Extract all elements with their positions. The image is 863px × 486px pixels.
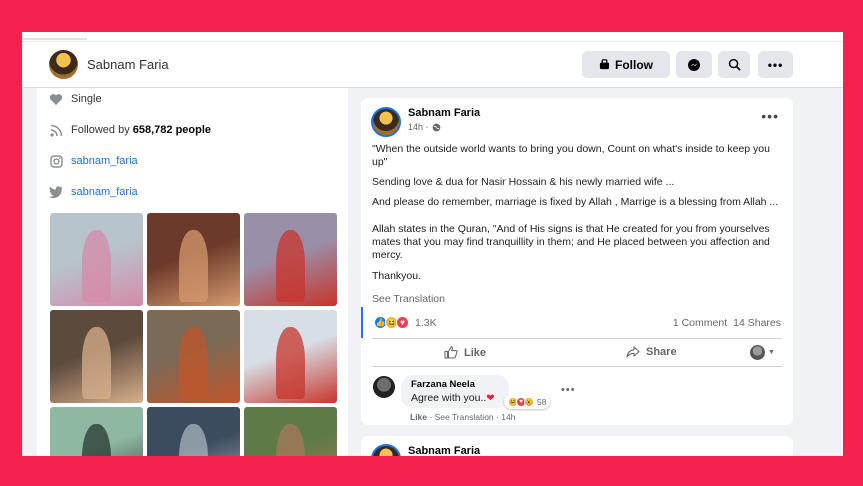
- chevron-down-icon: ▼: [768, 349, 775, 356]
- post-author-avatar[interactable]: [371, 107, 401, 137]
- commenter-avatar[interactable]: [373, 376, 395, 398]
- followers-row: Followed by 658,782 people: [49, 123, 211, 137]
- relationship-row: Single: [49, 92, 102, 106]
- comment-meta: Like · See Translation · 14h: [410, 412, 516, 422]
- instagram-row: sabnam_faria: [49, 154, 138, 168]
- post-paragraph: Allah states in the Quran, "And of His s…: [372, 223, 770, 261]
- post-actions-bar: Like Share ▼: [372, 338, 782, 367]
- thumbs-up-icon: [444, 346, 458, 359]
- photo-subject: [178, 423, 209, 456]
- profile-photo-thumbnail[interactable]: [50, 407, 143, 456]
- twitter-row: sabnam_faria: [49, 185, 138, 199]
- share-arrow-icon: [626, 346, 640, 358]
- comment-text-row: Agree with you..❤: [411, 392, 495, 404]
- follow-button[interactable]: Follow: [582, 51, 670, 78]
- post-options-icon[interactable]: •••: [761, 108, 779, 124]
- more-dots-icon: •••: [767, 57, 784, 72]
- photo-subject: [81, 423, 112, 456]
- profile-name[interactable]: Sabnam Faria: [87, 57, 169, 72]
- profile-photo-thumbnail[interactable]: [147, 310, 240, 403]
- relationship-status: Single: [71, 93, 102, 105]
- photo-subject: [178, 326, 209, 400]
- facebook-window: Sabnam Faria Follow ••• Single Followed …: [22, 32, 843, 456]
- comment-reactions[interactable]: 😆 ♥ 😮 58: [504, 394, 551, 409]
- love-reaction-icon: ♥: [396, 316, 409, 329]
- like-label: Like: [464, 346, 487, 359]
- next-post-card: Sabnam Faria: [361, 436, 793, 456]
- photo-subject: [275, 423, 306, 456]
- profile-avatar[interactable]: [49, 50, 78, 79]
- commenter-name[interactable]: Farzana Neela: [411, 379, 475, 390]
- rss-icon: [49, 123, 63, 137]
- follow-label: Follow: [615, 57, 653, 72]
- post-timestamp[interactable]: 14h ·: [408, 122, 441, 132]
- messenger-icon: [688, 58, 700, 71]
- comment-text: Agree with you..: [411, 392, 487, 404]
- comment-item: Farzana Neela Agree with you..❤ 😆 ♥ 😮 58…: [372, 375, 782, 425]
- profile-photo-thumbnail[interactable]: [244, 407, 337, 456]
- see-translation-link[interactable]: See Translation: [372, 293, 445, 305]
- profile-header-bar: Sabnam Faria Follow •••: [22, 42, 843, 88]
- comment-like-link[interactable]: Like: [410, 412, 427, 422]
- heart-icon: [49, 92, 63, 106]
- instagram-link[interactable]: sabnam_faria: [71, 155, 138, 167]
- photo-subject: [81, 326, 112, 400]
- photo-subject: [178, 229, 209, 303]
- profile-photo-thumbnail[interactable]: [244, 310, 337, 403]
- photo-subject: [275, 326, 306, 400]
- search-icon: [728, 58, 740, 71]
- followed-by-prefix: Followed by: [71, 124, 130, 136]
- profile-photo-thumbnail[interactable]: [147, 213, 240, 306]
- post-card: Sabnam Faria 14h · ••• "When the outside…: [361, 98, 793, 425]
- comment-options-icon[interactable]: •••: [561, 384, 576, 396]
- tab-indicator[interactable]: [22, 32, 87, 40]
- share-label: Share: [646, 346, 677, 358]
- globe-icon: [432, 123, 440, 131]
- like-button[interactable]: Like: [444, 346, 486, 359]
- profile-photo-thumbnail[interactable]: [147, 407, 240, 456]
- follow-icon: [599, 59, 610, 70]
- followers-count[interactable]: 658,782 people: [133, 124, 211, 136]
- search-button[interactable]: [718, 51, 750, 78]
- comment-reaction-count: 58: [537, 396, 547, 407]
- engagement-counts: 1 Comment 14 Shares: [673, 317, 781, 329]
- reaction-summary[interactable]: 👍 😆 ♥ 1.3K: [374, 316, 437, 329]
- reaction-count: 1.3K: [415, 316, 437, 329]
- viewer-avatar: [750, 345, 765, 360]
- instagram-icon: [49, 154, 63, 168]
- next-post-author-avatar[interactable]: [371, 444, 401, 456]
- post-paragraph: Thankyou.: [372, 270, 422, 282]
- profile-photo-thumbnail[interactable]: [50, 310, 143, 403]
- wow-reaction-icon: 😮: [524, 396, 534, 407]
- post-paragraph: Sending love & dua for Nasir Hossain & h…: [372, 176, 675, 188]
- profile-photo-thumbnail[interactable]: [244, 213, 337, 306]
- next-post-author-name[interactable]: Sabnam Faria: [408, 445, 480, 456]
- reaction-summary-bar: 👍 😆 ♥ 1.3K 1 Comment 14 Shares: [361, 307, 793, 338]
- photo-subject: [275, 229, 306, 303]
- audience-selector[interactable]: ▼: [750, 345, 775, 360]
- profile-photo-thumbnail[interactable]: [50, 213, 143, 306]
- share-button[interactable]: Share: [626, 346, 677, 358]
- twitter-link[interactable]: sabnam_faria: [71, 186, 138, 198]
- photo-subject: [81, 229, 112, 303]
- post-paragraph: And please do remember, marriage is fixe…: [372, 196, 779, 208]
- browser-top-strip: [22, 32, 843, 42]
- comment-count[interactable]: 1 Comment: [673, 317, 727, 329]
- share-count[interactable]: 14 Shares: [733, 317, 781, 329]
- comment-bubble: Farzana Neela Agree with you..❤: [401, 375, 509, 408]
- post-paragraph: "When the outside world wants to bring y…: [372, 143, 770, 168]
- comment-time[interactable]: 14h: [501, 412, 515, 422]
- twitter-icon: [49, 185, 63, 199]
- post-time-text: 14h ·: [408, 122, 429, 132]
- red-heart-emoji-icon: ❤: [486, 393, 495, 404]
- photos-grid: [50, 213, 338, 456]
- intro-sidebar: Single Followed by 658,782 people sabnam…: [37, 88, 348, 456]
- messenger-button[interactable]: [676, 51, 712, 78]
- more-options-button[interactable]: •••: [758, 51, 793, 78]
- comment-see-translation-link[interactable]: See Translation: [435, 412, 494, 422]
- post-author-name[interactable]: Sabnam Faria: [408, 107, 480, 119]
- followed-by-text: Followed by 658,782 people: [71, 124, 211, 136]
